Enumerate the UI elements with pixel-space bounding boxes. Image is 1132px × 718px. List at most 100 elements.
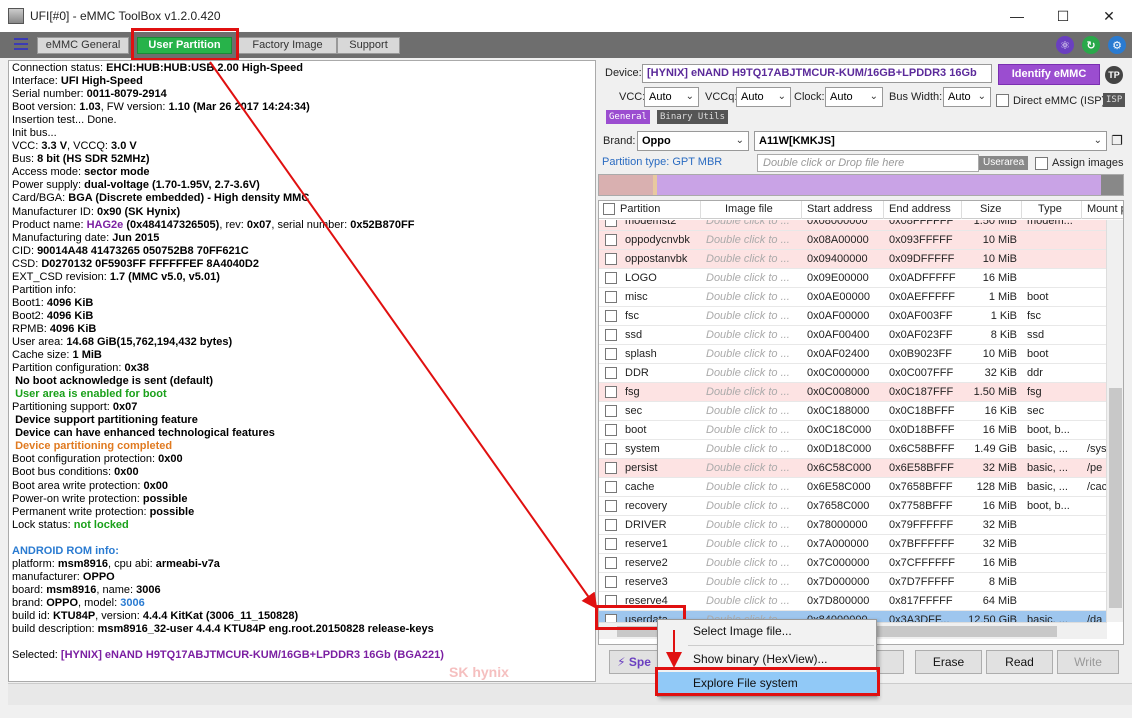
table-row[interactable]: recovery Double click to ... 0x7658C000 0x7… (599, 497, 1107, 516)
table-row[interactable]: oppodycnvbk Double click to ... 0x08A00000… (599, 231, 1107, 250)
table-row[interactable]: DDR Double click to ... 0x0C000000 0x0C007F… (599, 364, 1107, 383)
cell-img[interactable]: Double click to ... (702, 573, 802, 592)
row-checkbox[interactable] (605, 462, 617, 474)
row-checkbox[interactable] (605, 234, 617, 246)
column-header-mount-point[interactable]: Mount p (1082, 201, 1123, 219)
cell-img[interactable]: Double click to ... (702, 402, 802, 421)
table-row[interactable]: reserve1 Double click to ... 0x7A000000 0x7… (599, 535, 1107, 554)
cell-img[interactable]: Double click to ... (702, 220, 802, 231)
read-button[interactable]: Read (986, 650, 1053, 674)
row-checkbox[interactable] (605, 386, 617, 398)
copy-icon[interactable]: ❐ (1111, 133, 1123, 149)
table-row[interactable]: cache Double click to ... 0x6E58C000 0x7658… (599, 478, 1107, 497)
table-row[interactable]: boot Double click to ... 0x0C18C000 0x0D18B… (599, 421, 1107, 440)
select-all-checkbox[interactable] (603, 203, 615, 215)
minimize-button[interactable]: — (994, 0, 1040, 32)
connection-icon[interactable]: ⚛ (1056, 36, 1074, 54)
row-checkbox[interactable] (605, 310, 617, 322)
table-row[interactable]: misc Double click to ... 0x0AE00000 0x0AEFF… (599, 288, 1107, 307)
cell-img[interactable]: Double click to ... (702, 497, 802, 516)
row-checkbox[interactable] (605, 481, 617, 493)
row-checkbox[interactable] (605, 367, 617, 379)
row-checkbox[interactable] (605, 443, 617, 455)
row-checkbox[interactable] (605, 329, 617, 341)
cell-img[interactable]: Double click to ... (702, 231, 802, 250)
row-checkbox[interactable] (605, 557, 617, 569)
table-row[interactable]: LOGO Double click to ... 0x09E00000 0x0ADFF… (599, 269, 1107, 288)
model-select[interactable]: A11W[KMKJS] ⌄ (754, 131, 1107, 151)
column-header-type[interactable]: Type (1022, 201, 1082, 219)
cell-img[interactable]: Double click to ... (702, 383, 802, 402)
cell-img[interactable]: Double click to ... (702, 459, 802, 478)
vccq-select[interactable]: Auto ⌄ (736, 87, 791, 107)
cell-img[interactable]: Double click to ... (702, 516, 802, 535)
cell-img[interactable]: Double click to ... (702, 592, 802, 611)
cell-img[interactable]: Double click to ... (702, 345, 802, 364)
row-checkbox[interactable] (605, 538, 617, 550)
speed-button[interactable]: ⚡ Spe (609, 650, 659, 674)
device-field[interactable]: [HYNIX] eNAND H9TQ17ABJTMCUR-KUM/16GB+LP… (642, 64, 992, 83)
row-checkbox[interactable] (605, 405, 617, 417)
cell-img[interactable]: Double click to ... (702, 554, 802, 573)
table-row[interactable]: modemst2 Double click to ... 0x08000000 0x0… (599, 220, 1107, 231)
cell-img[interactable]: Double click to ... (702, 364, 802, 383)
refresh-icon[interactable]: ↻ (1082, 36, 1100, 54)
vertical-scrollbar[interactable] (1106, 220, 1123, 622)
cell-img[interactable]: Double click to ... (702, 421, 802, 440)
assign-images-checkbox[interactable] (1035, 157, 1048, 170)
hamburger-menu-icon[interactable] (14, 38, 28, 50)
row-checkbox[interactable] (605, 576, 617, 588)
vcc-select[interactable]: Auto ⌄ (644, 87, 699, 107)
direct-emmc-checkbox[interactable] (996, 94, 1009, 107)
cell-img[interactable]: Double click to ... (702, 288, 802, 307)
tab-emmc-general[interactable]: eMMC General (37, 37, 129, 54)
table-row[interactable]: ssd Double click to ... 0x0AF00400 0x0AF023… (599, 326, 1107, 345)
column-header-start-address[interactable]: Start address (802, 201, 884, 219)
table-row[interactable]: reserve3 Double click to ... 0x7D000000 0x7… (599, 573, 1107, 592)
row-checkbox[interactable] (605, 348, 617, 360)
tp-icon[interactable]: TP (1105, 66, 1123, 84)
erase-button[interactable]: Erase (915, 650, 982, 674)
cell-img[interactable]: Double click to ... (702, 478, 802, 497)
bus-width-select[interactable]: Auto ⌄ (943, 87, 991, 107)
tab-factory-image[interactable]: Factory Image (238, 37, 337, 54)
table-row[interactable]: fsg Double click to ... 0x0C008000 0x0C187F… (599, 383, 1107, 402)
row-checkbox[interactable] (605, 519, 617, 531)
row-checkbox[interactable] (605, 253, 617, 265)
cell-img[interactable]: Double click to ... (702, 535, 802, 554)
cell-img[interactable]: Double click to ... (702, 326, 802, 345)
column-header-size[interactable]: Size (962, 201, 1022, 219)
scrollbar-thumb[interactable] (1109, 388, 1122, 608)
row-checkbox[interactable] (605, 272, 617, 284)
row-checkbox[interactable] (605, 424, 617, 436)
row-checkbox[interactable] (605, 291, 617, 303)
cell-img[interactable]: Double click to ... (702, 440, 802, 459)
cell-img[interactable]: Double click to ... (702, 307, 802, 326)
table-row[interactable]: persist Double click to ... 0x6C58C000 0x6E… (599, 459, 1107, 478)
write-button[interactable]: Write (1057, 650, 1119, 674)
column-header-partition[interactable]: Partition (615, 201, 701, 219)
column-header-image-file[interactable]: Image file (701, 201, 802, 219)
row-checkbox[interactable] (605, 500, 617, 512)
cell-img[interactable]: Double click to ... (702, 250, 802, 269)
identify-emmc-button[interactable]: Identify eMMC (998, 64, 1100, 85)
close-button[interactable]: ✕ (1086, 0, 1132, 32)
row-checkbox[interactable] (605, 220, 617, 227)
clock-select[interactable]: Auto ⌄ (825, 87, 883, 107)
isp-icon[interactable]: ISP (1103, 93, 1126, 107)
image-drop-field[interactable]: Double click or Drop file here (757, 154, 979, 172)
userarea-tag[interactable]: Userarea (979, 156, 1029, 170)
table-row[interactable]: sec Double click to ... 0x0C188000 0x0C18BF… (599, 402, 1107, 421)
menu-item-select-image-file[interactable]: Select Image file... (658, 620, 878, 642)
subtab-binary-utils[interactable]: Binary Utils (657, 110, 729, 124)
table-row[interactable]: reserve2 Double click to ... 0x7C000000 0x7… (599, 554, 1107, 573)
subtab-general[interactable]: General (606, 110, 650, 124)
table-row[interactable]: oppostanvbk Double click to ... 0x09400000… (599, 250, 1107, 269)
brand-select[interactable]: Oppo ⌄ (637, 131, 749, 151)
cell-img[interactable]: Double click to ... (702, 269, 802, 288)
settings-gear-icon[interactable]: ⚙ (1108, 36, 1126, 54)
table-row[interactable]: splash Double click to ... 0x0AF02400 0x0B9… (599, 345, 1107, 364)
maximize-button[interactable]: ☐ (1040, 0, 1086, 32)
table-row[interactable]: fsc Double click to ... 0x0AF00000 0x0AF003… (599, 307, 1107, 326)
table-row[interactable]: DRIVER Double click to ... 0x78000000 0x79F… (599, 516, 1107, 535)
